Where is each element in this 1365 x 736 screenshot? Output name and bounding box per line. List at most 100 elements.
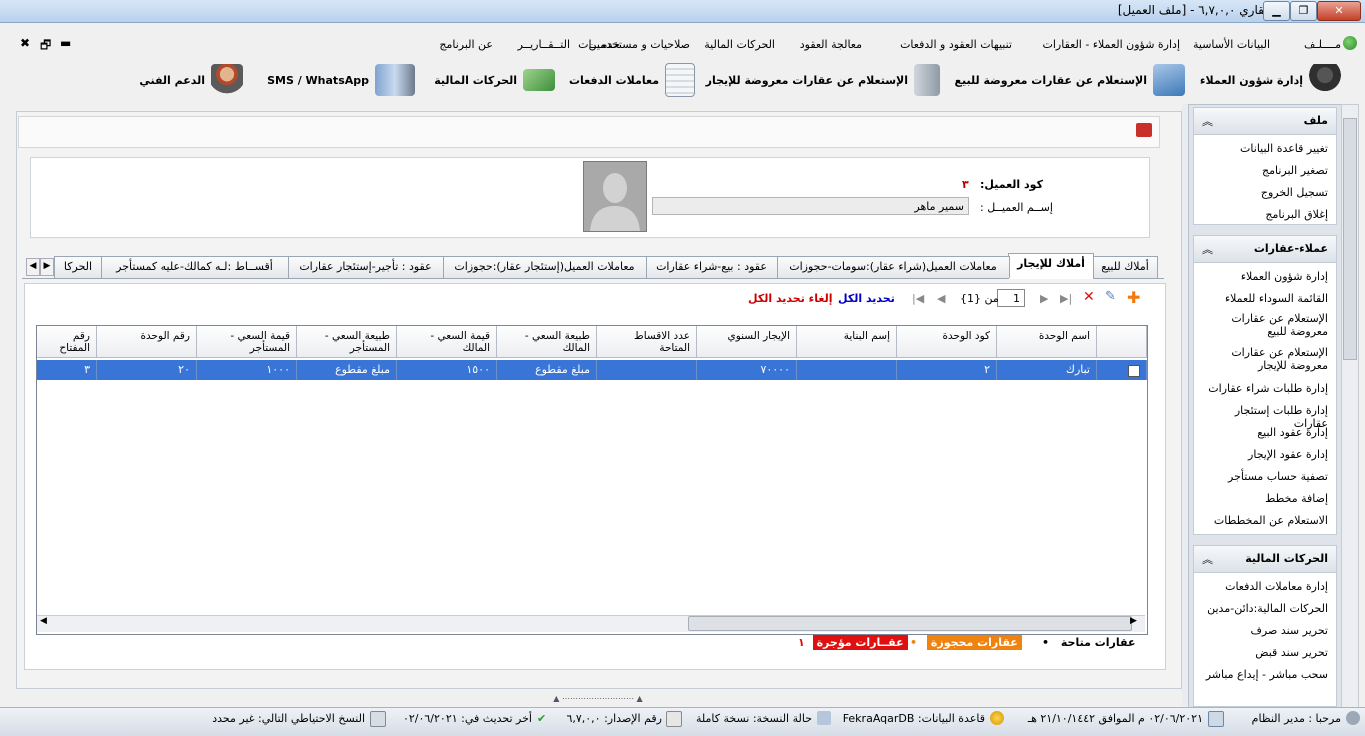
- toolbar-sms[interactable]: SMS / WhatsApp: [267, 60, 415, 100]
- tab-purchase-transactions[interactable]: معاملات العميل(شراء عقار):سومات-حجوزات: [776, 256, 1010, 278]
- sidebar-item-logout[interactable]: تسجيل الخروج: [1200, 186, 1328, 199]
- grid-cell[interactable]: ٣: [37, 360, 97, 380]
- grid-cell[interactable]: تبارك: [997, 360, 1097, 380]
- page-number-input[interactable]: 1: [997, 289, 1025, 307]
- prev-page-icon[interactable]: ◀: [937, 292, 945, 305]
- bottom-splitter[interactable]: ▲ ⋯⋯⋯⋯⋯⋯⋯⋯⋯ ▲: [16, 694, 1180, 706]
- menu-customers-properties[interactable]: إدارة شؤون العملاء - العقارات: [1043, 38, 1181, 51]
- collapse-chevron-icon[interactable]: ︽: [1202, 113, 1213, 129]
- add-icon[interactable]: ✚: [1127, 288, 1140, 307]
- app-menu-icon[interactable]: [1343, 36, 1357, 50]
- menu-file[interactable]: مــــلـف: [1304, 38, 1341, 51]
- scroll-right-arrow-icon[interactable]: ▶: [1130, 616, 1137, 626]
- sidebar-item-change-db[interactable]: تغيير قاعدة البيانات: [1200, 142, 1328, 155]
- sidebar-item-credit-debit[interactable]: الحركات المالية:دائن-مدين: [1200, 602, 1328, 615]
- tab-scroll-right-icon[interactable]: ▶: [40, 258, 54, 276]
- grid-header[interactable]: رقم الوحدة: [97, 326, 197, 358]
- sidebar-splitter[interactable]: [1182, 104, 1188, 706]
- menu-basic-data[interactable]: البيانات الأساسية: [1193, 38, 1270, 51]
- grid-header[interactable]: عدد الاقساط المتاحة: [597, 326, 697, 358]
- sidebar-item-payment-voucher[interactable]: تحرير سند صرف: [1200, 624, 1328, 637]
- sidebar-item-direct-withdraw[interactable]: سحب مباشر - إيداع مباشر: [1200, 668, 1328, 681]
- next-page-icon[interactable]: ▶: [1040, 292, 1048, 305]
- collapse-chevron-icon[interactable]: ︽: [1202, 241, 1213, 257]
- sidebar-item-minimize[interactable]: تصغير البرنامج: [1200, 164, 1328, 177]
- grid-header[interactable]: قيمة السعي - المستأجر: [197, 326, 297, 358]
- sidebar-item-customers[interactable]: إدارة شؤون العملاء: [1200, 270, 1328, 283]
- exit-icon[interactable]: [1136, 123, 1152, 137]
- tab-scroll-left-icon[interactable]: ◀: [26, 258, 40, 276]
- menu-contract-processing[interactable]: معالجة العقود: [800, 38, 862, 51]
- sidebar-group-header[interactable]: الحركات المالية ︽: [1194, 546, 1336, 573]
- grid-header[interactable]: إسم البناية: [797, 326, 897, 358]
- sidebar-item-rent-query[interactable]: الإستعلام عن عقارات معروضة للإيجار: [1200, 346, 1328, 372]
- mdi-restore-icon[interactable]: 🗗: [40, 36, 51, 57]
- grid-header[interactable]: قيمة السعي - المالك: [397, 326, 497, 358]
- menu-finance[interactable]: الحركات المالية: [704, 38, 775, 51]
- row-checkbox[interactable]: [1128, 365, 1140, 377]
- grid-header[interactable]: الإيجار السنوي: [697, 326, 797, 358]
- scroll-left-arrow-icon[interactable]: ◀: [40, 616, 47, 626]
- sidebar-item-exit[interactable]: إغلاق البرنامج: [1200, 208, 1328, 221]
- grid-cell[interactable]: ١٠٠٠: [197, 360, 297, 380]
- menu-about[interactable]: عن البرنامج: [439, 38, 493, 51]
- sidebar-item-rent-contracts[interactable]: إدارة عقود الإيجار: [1200, 448, 1328, 461]
- last-page-icon[interactable]: |◀: [912, 292, 924, 305]
- menu-services[interactable]: خدمـــات: [578, 38, 620, 51]
- sidebar-item-purchase-requests[interactable]: إدارة طلبات شراء عقارات: [1200, 382, 1328, 395]
- tab-properties-rent[interactable]: أملاك للإيجار: [1008, 253, 1094, 279]
- grid-cell[interactable]: [797, 360, 897, 380]
- minimize-button[interactable]: ▁: [1263, 1, 1290, 21]
- close-button[interactable]: ✕: [1317, 1, 1361, 21]
- grid-scrollbar-thumb[interactable]: [688, 616, 1132, 631]
- mdi-minimize-icon[interactable]: ▬: [60, 36, 71, 50]
- client-photo[interactable]: [583, 161, 647, 232]
- delete-icon[interactable]: ✕: [1083, 289, 1095, 305]
- sidebar-item-add-plan[interactable]: إضافة مخطط: [1200, 492, 1328, 505]
- sidebar-group-header[interactable]: ملف ︽: [1194, 108, 1336, 135]
- tab-sale-contracts[interactable]: عقود : بيع-شراء عقارات: [645, 256, 778, 278]
- sidebar-item-sale-contracts[interactable]: إدارة عقود البيع: [1200, 426, 1328, 439]
- tab-installments[interactable]: أقســاط :لـه كمالك-عليه كمستأجر: [100, 256, 289, 278]
- toolbar-finance[interactable]: الحركات المالية: [434, 60, 555, 100]
- tab-rent-contracts[interactable]: عقود : تأجير-إستئجار عقارات: [287, 256, 444, 278]
- grid-header[interactable]: اسم الوحدة: [997, 326, 1097, 358]
- sidebar-scrollbar-thumb[interactable]: [1343, 118, 1357, 360]
- tab-transactions-partial[interactable]: الحركا: [54, 256, 102, 278]
- sidebar-group-header[interactable]: عملاء-عقارات ︽: [1194, 236, 1336, 263]
- client-name-field[interactable]: سمير ماهر: [652, 197, 969, 215]
- sidebar-item-tenant-settlement[interactable]: تصفية حساب مستأجر: [1200, 470, 1328, 483]
- sidebar-item-sale-query[interactable]: الإستعلام عن عقارات معروضة للبيع: [1200, 312, 1328, 338]
- maximize-button[interactable]: ❐: [1290, 1, 1317, 21]
- grid-cell[interactable]: ١٥٠٠: [397, 360, 497, 380]
- tab-rent-transactions[interactable]: معاملات العميل(إستئجار عقار):حجوزات: [442, 256, 647, 278]
- toolbar-customers[interactable]: إدارة شؤون العملاء: [1200, 60, 1341, 100]
- mdi-close-icon[interactable]: ✖: [20, 36, 30, 50]
- sidebar-item-payments[interactable]: إدارة معاملات الدفعات: [1200, 580, 1328, 593]
- grid-header[interactable]: طبيعة السعي - المستأجر: [297, 326, 397, 358]
- toolbar-support[interactable]: الدعم الفني: [139, 60, 243, 100]
- menu-contract-alerts[interactable]: تنبيهات العقود و الدفعات: [900, 38, 1012, 51]
- toolbar-sale-query[interactable]: الإستعلام عن عقارات معروضة للبيع: [955, 60, 1185, 100]
- first-page-icon[interactable]: ▶|: [1060, 292, 1072, 305]
- grid-header[interactable]: طبيعة السعي - المالك: [497, 326, 597, 358]
- grid-cell[interactable]: مبلغ مقطوع: [297, 360, 397, 380]
- grid-header[interactable]: رقم المفتاح: [37, 326, 97, 358]
- grid-cell[interactable]: ٧٠٠٠٠: [697, 360, 797, 380]
- collapse-chevron-icon[interactable]: ︽: [1202, 551, 1213, 567]
- select-all-button[interactable]: تحديد الكل: [838, 292, 895, 305]
- grid-cell[interactable]: مبلغ مقطوع: [497, 360, 597, 380]
- deselect-all-button[interactable]: إلغاء تحديد الكل: [748, 292, 833, 305]
- sidebar-item-plans-query[interactable]: الاستعلام عن المخططات: [1200, 514, 1328, 527]
- sidebar-item-blacklist[interactable]: القائمة السوداء للعملاء: [1200, 292, 1328, 305]
- toolbar-payments[interactable]: معاملات الدفعات: [569, 60, 695, 100]
- row-checkbox-cell[interactable]: [1097, 360, 1147, 380]
- grid-header[interactable]: كود الوحدة: [897, 326, 997, 358]
- sidebar-item-receipt-voucher[interactable]: تحرير سند قبض: [1200, 646, 1328, 659]
- toolbar-rent-query[interactable]: الإستعلام عن عقارات معروضة للإيجار: [706, 60, 940, 100]
- tab-properties-sale[interactable]: أملاك للبيع: [1092, 256, 1158, 278]
- grid-cell[interactable]: ٢: [897, 360, 997, 380]
- edit-icon[interactable]: ✎: [1105, 289, 1116, 304]
- menu-reports[interactable]: التــقــاريــر: [518, 38, 570, 51]
- grid-cell[interactable]: ٢٠: [97, 360, 197, 380]
